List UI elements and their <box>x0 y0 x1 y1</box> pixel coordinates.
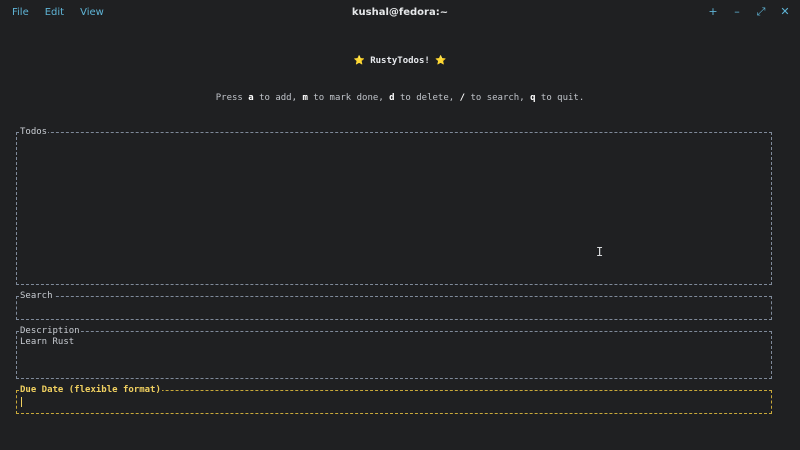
app-title: RustyTodos! <box>370 56 430 66</box>
star-icon: ⭐ <box>353 56 365 66</box>
search-label: Search <box>19 290 54 302</box>
description-input[interactable]: Learn Rust <box>20 337 74 347</box>
help-search: to search, <box>465 93 531 103</box>
star-icon: ⭐ <box>435 56 447 66</box>
due-date-label: Due Date (flexible format) <box>19 384 162 396</box>
terminal-titlebar: File Edit View kushal@fedora:~ + – ⤢ ✕ <box>0 0 800 28</box>
description-panel[interactable]: Description Learn Rust <box>16 325 772 379</box>
todos-label: Todos <box>19 126 49 138</box>
text-cursor <box>21 397 22 407</box>
mouse-ibeam-icon: I <box>596 245 604 259</box>
new-tab-button[interactable]: + <box>708 5 718 19</box>
maximize-button[interactable]: ⤢ <box>756 5 766 19</box>
close-button[interactable]: ✕ <box>780 5 790 19</box>
help-quit: to quit. <box>535 93 585 103</box>
help-text: Press a to add, m to mark done, d to del… <box>0 93 800 103</box>
todos-panel: Todos <box>16 126 772 285</box>
window-title: kushal@fedora:~ <box>351 7 449 18</box>
window-controls: + – ⤢ ✕ <box>708 5 790 19</box>
search-panel[interactable]: Search <box>16 290 772 320</box>
due-date-panel[interactable]: Due Date (flexible format) <box>16 384 772 414</box>
app-header: ⭐ RustyTodos! ⭐ <box>0 56 800 66</box>
help-prefix: Press <box>215 93 249 103</box>
description-label: Description <box>19 325 81 337</box>
help-add: to add, <box>253 93 303 103</box>
minimize-button[interactable]: – <box>732 5 742 19</box>
help-delete: to delete, <box>394 93 460 103</box>
help-mark: to mark done, <box>307 93 390 103</box>
